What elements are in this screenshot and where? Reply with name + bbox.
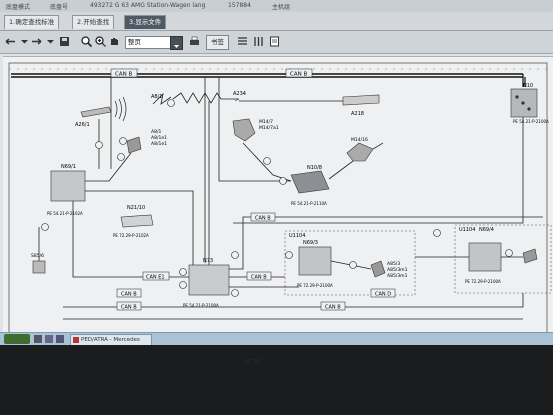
svg-text:CAN D: CAN D [375, 292, 391, 298]
svg-text:N69/4: N69/4 [479, 227, 494, 233]
svg-text:CAN B: CAN B [251, 275, 267, 281]
svg-text:CAN B: CAN B [121, 305, 137, 311]
ref-n69-4: PE 72.29-P-2100A [465, 279, 501, 284]
can-b-label-left: CAN B [116, 301, 142, 311]
menu-item-mode[interactable]: 底盘模式 [6, 2, 30, 11]
label-a234: A234 [233, 91, 246, 97]
wiring-diagram: CAN B CAN B A26/1 A8/1 A234 A218 N10 PE … [3, 56, 553, 340]
can-b-label-top: CAN B [110, 68, 138, 78]
menu-item-vehicle[interactable]: 493272 G 63 AMG Station-Wagen lang [90, 2, 205, 9]
screen: 底盘模式 底盘号 493272 G 63 AMG Station-Wagen l… [0, 0, 553, 345]
component-n21-10[interactable]: N21/10 [120, 205, 154, 228]
tab-bar: 1.确定查找标准 2.开始查找 3.显示文件 [0, 12, 553, 31]
svg-text:A85/3m1: A85/3m1 [387, 267, 408, 273]
page-view-icon[interactable] [268, 35, 281, 48]
list-view-icon[interactable] [236, 35, 249, 48]
tab-search-criteria[interactable]: 1.确定查找标准 [4, 15, 60, 29]
svg-text:CAN E1: CAN E1 [146, 275, 165, 281]
ref-n69-3: PE 72.29-P-2100A [297, 283, 333, 288]
svg-text:A26/1: A26/1 [75, 122, 90, 128]
component-m14-7[interactable]: M14/7 M14/7a1 [232, 118, 279, 142]
tab-show-document[interactable]: 3.显示文件 [124, 15, 167, 29]
svg-text:N69/3: N69/3 [303, 240, 318, 246]
component-m14-16[interactable]: M14/16 [346, 137, 384, 162]
monitor-brand-logo: acer [243, 357, 263, 365]
ref-n10-8: PE 54.21-P-2110A [291, 201, 327, 206]
ref-n69-1: PE 54.21-P-2102A [47, 211, 83, 216]
forward-arrow-icon[interactable] [30, 35, 43, 48]
can-b-label-right: CAN B [285, 68, 313, 78]
svg-text:N10/8: N10/8 [307, 165, 322, 171]
component-n10-8[interactable]: N10/8 [290, 165, 330, 194]
grid-view-icon[interactable] [252, 35, 265, 48]
svg-text:A8/1e1: A8/1e1 [151, 141, 167, 147]
svg-text:CAN B: CAN B [325, 305, 341, 311]
svg-text:N21/10: N21/10 [127, 205, 145, 211]
svg-text:N69/1: N69/1 [61, 164, 76, 170]
svg-text:A8/1: A8/1 [151, 129, 161, 135]
can-b-label-lower: CAN B [116, 288, 142, 298]
start-button-icon[interactable] [4, 334, 30, 344]
svg-text:A85/3m1: A85/3m1 [387, 273, 408, 279]
component-a85-3[interactable]: A85/3 A85/3m1 A85/3m1 [370, 260, 408, 279]
menu-item-number[interactable]: 157884 [228, 2, 251, 9]
windows-taskbar: PED/ATRA - Mercedes [0, 332, 553, 345]
dropdown-arrow-icon[interactable] [44, 35, 57, 48]
can-b-label-mid: CAN B [246, 271, 272, 281]
menu-item-group[interactable]: 主机组 [272, 2, 290, 11]
quick-launch-icons[interactable] [34, 335, 64, 343]
svg-text:A85/3: A85/3 [387, 261, 400, 267]
component-a26-1[interactable]: A26/1 [75, 106, 112, 128]
can-b-label-right-lower: CAN B [320, 301, 346, 311]
print-icon[interactable] [188, 35, 201, 48]
zoom-in-icon[interactable] [94, 35, 107, 48]
back-arrow-icon[interactable] [4, 35, 17, 48]
can-e1-label: CAN E1 [142, 271, 170, 281]
save-icon[interactable] [58, 35, 71, 48]
svg-text:U1104: U1104 [289, 233, 305, 239]
svg-text:A218: A218 [351, 111, 364, 117]
zoom-mode-dropdown[interactable] [170, 36, 183, 50]
toolbar: 整页 书签 [0, 31, 553, 54]
svg-text:S85/6: S85/6 [31, 253, 44, 259]
pan-tool-icon[interactable] [108, 35, 121, 48]
window-app-icon [73, 336, 79, 343]
component-n69-4[interactable]: N69/4 [468, 227, 502, 272]
ref-n10: PE 54.21-P-2100A [513, 119, 549, 124]
zoom-fit-icon[interactable] [80, 35, 93, 48]
can-b-label-top-mid: CAN B [250, 212, 276, 222]
taskbar-window-button[interactable]: PED/ATRA - Mercedes [70, 334, 152, 345]
svg-text:CAN B: CAN B [115, 72, 132, 78]
component-a218[interactable]: A218 [342, 94, 380, 117]
menu-item-chassis[interactable]: 底盘号 [50, 2, 68, 11]
svg-text:CAN B: CAN B [290, 72, 307, 78]
svg-text:U1104: U1104 [459, 227, 475, 233]
component-a8-1-reader[interactable]: A8/1 A8/1e1 A8/1e1 [126, 129, 167, 154]
svg-text:N73: N73 [203, 258, 213, 264]
bookmark-button[interactable]: 书签 [206, 35, 229, 50]
component-s85-6[interactable]: S85/6 [31, 253, 46, 274]
tab-start-search[interactable]: 2.开始查找 [72, 15, 115, 29]
taskbar-window-title: PED/ATRA - Mercedes [81, 337, 140, 343]
svg-text:CAN B: CAN B [121, 292, 137, 298]
zoom-mode-field[interactable]: 整页 [125, 36, 171, 49]
svg-text:N10: N10 [523, 83, 533, 89]
component-n69-3[interactable]: N69/3 [298, 240, 332, 276]
component-n69-1[interactable]: N69/1 [50, 164, 86, 202]
svg-text:M14/16: M14/16 [351, 137, 368, 143]
svg-text:M14/7a1: M14/7a1 [259, 125, 279, 131]
svg-text:A8/1e1: A8/1e1 [151, 135, 167, 141]
can-d-label: CAN D [370, 288, 396, 298]
wiring-diagram-canvas: CAN B CAN B A26/1 A8/1 A234 A218 N10 PE … [8, 62, 552, 334]
svg-text:A8/1: A8/1 [151, 94, 162, 100]
component-n10[interactable]: N10 [510, 83, 538, 118]
dropdown-arrow-icon [174, 45, 179, 48]
svg-text:M14/7: M14/7 [259, 119, 273, 125]
svg-text:CAN B: CAN B [255, 216, 271, 222]
ref-n21-10: PE 72.29-P-2102A [113, 233, 149, 238]
